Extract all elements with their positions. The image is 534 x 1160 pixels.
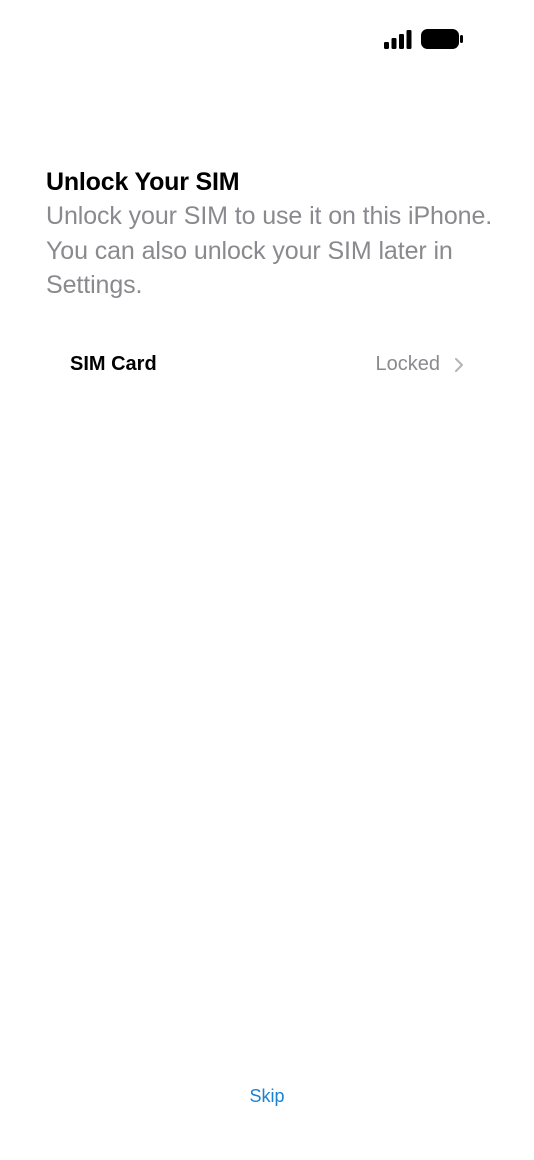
- sim-status-value: Locked: [375, 353, 441, 375]
- sim-card-row[interactable]: SIM Card Locked: [46, 340, 486, 390]
- chevron-right-icon: [455, 358, 463, 372]
- sim-card-label: SIM Card: [70, 353, 157, 375]
- skip-button[interactable]: Skip: [217, 1080, 317, 1112]
- status-bar: [0, 0, 534, 80]
- battery-icon: [421, 29, 463, 49]
- page-subtitle: Unlock your SIM to use it on this iPhone…: [46, 202, 493, 299]
- cellular-signal-icon: [384, 30, 412, 49]
- page-title: Unlock Your SIM: [46, 168, 240, 196]
